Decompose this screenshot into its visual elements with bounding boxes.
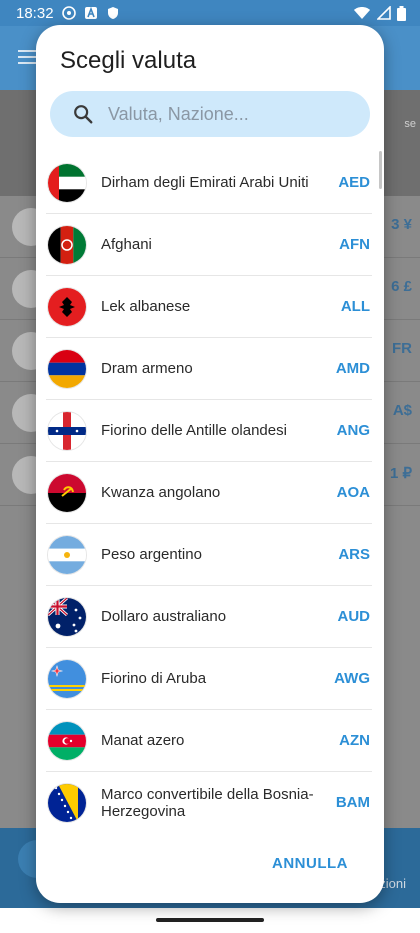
currency-code: AFN (339, 236, 370, 253)
background-value: 1 ₽ (389, 465, 412, 482)
currency-row-amd[interactable]: Dram armeno AMD (46, 338, 372, 400)
currency-name: Lek albanese (101, 298, 191, 315)
currency-name: Dram armeno (101, 360, 193, 377)
currency-row-aoa[interactable]: Kwanza angolano AOA (46, 462, 372, 524)
menu-icon[interactable] (18, 50, 38, 64)
aruba-flag-icon (48, 659, 86, 698)
background-value: 3 ¥ (391, 216, 412, 233)
albania-flag-icon (48, 287, 86, 326)
a-badge-icon (84, 6, 97, 19)
currency-row-ang[interactable]: Fiorino delle Antille olandesi ANG (46, 400, 372, 462)
currency-code: AMD (335, 360, 370, 377)
currency-code: ARS (338, 546, 370, 563)
background-value: FR (392, 340, 412, 357)
search-field[interactable] (50, 91, 370, 137)
status-time: 18:32 (16, 4, 54, 22)
currency-code: AOA (336, 484, 370, 501)
currency-row-aed[interactable]: Dirham degli Emirati Arabi Uniti AED (46, 152, 372, 214)
list-scrollbar[interactable] (379, 151, 382, 189)
currency-row-aud[interactable]: Dollaro australiano AUD (46, 586, 372, 648)
dialog-actions: ANNULLA (36, 845, 384, 885)
dialog-title: Scegli valuta (60, 47, 197, 74)
circle-status-icon (61, 6, 76, 20)
cancel-button[interactable]: ANNULLA (272, 855, 348, 872)
netherlands-antilles-flag-icon (48, 411, 86, 450)
currency-row-ars[interactable]: Peso argentino ARS (46, 524, 372, 586)
currency-list[interactable]: Dirham degli Emirati Arabi Uniti AED Afg… (36, 152, 384, 826)
currency-code: BAM (335, 794, 370, 811)
status-bar: 18:32 (0, 0, 420, 26)
currency-name: Fiorino di Aruba (101, 670, 207, 687)
background-value: A$ (392, 402, 412, 419)
currency-code: AWG (334, 670, 370, 687)
currency-code: ALL (340, 298, 370, 315)
currency-name: Kwanza angolano (101, 484, 221, 501)
currency-code: AUD (337, 608, 371, 625)
signal-icon (377, 6, 391, 20)
system-nav-bar (0, 908, 420, 933)
azerbaijan-flag-icon (48, 721, 86, 760)
bosnia-flag-icon (48, 783, 86, 822)
currency-name: Peso argentino (101, 546, 202, 563)
currency-row-afn[interactable]: Afghani AFN (46, 214, 372, 276)
currency-name: Fiorino delle Antille olandesi (101, 422, 287, 439)
wifi-icon (354, 7, 370, 19)
battery-icon (397, 5, 406, 21)
currency-name: Manat azero (101, 732, 185, 749)
currency-row-bam[interactable]: Marco convertibile della Bosnia-Herzegov… (46, 772, 372, 826)
currency-code: ANG (336, 422, 370, 439)
currency-code: AZN (339, 732, 370, 749)
currency-row-awg[interactable]: Fiorino di Aruba AWG (46, 648, 372, 710)
shield-icon (107, 7, 118, 19)
currency-name: Marco convertibile della Bosnia-Herzegov… (101, 785, 314, 820)
currency-row-azn[interactable]: Manat azero AZN (46, 710, 372, 772)
currency-picker-dialog: Scegli valuta Dirham degli Emirati Arabi… (36, 25, 384, 903)
search-input[interactable] (108, 103, 348, 125)
background-hint: se (404, 118, 416, 130)
uae-flag-icon (48, 163, 86, 202)
currency-row-all[interactable]: Lek albanese ALL (46, 276, 372, 338)
search-icon (74, 105, 93, 124)
home-handle[interactable] (156, 918, 264, 922)
currency-name: Dollaro australiano (101, 608, 227, 625)
currency-name: Afghani (101, 236, 152, 253)
currency-code: AED (338, 174, 370, 191)
argentina-flag-icon (48, 535, 86, 574)
australia-flag-icon (48, 597, 86, 636)
background-value: 6 £ (391, 278, 412, 295)
angola-flag-icon (48, 473, 86, 512)
currency-name: Dirham degli Emirati Arabi Uniti (101, 174, 309, 191)
armenia-flag-icon (48, 349, 86, 388)
afghanistan-flag-icon (48, 225, 86, 264)
